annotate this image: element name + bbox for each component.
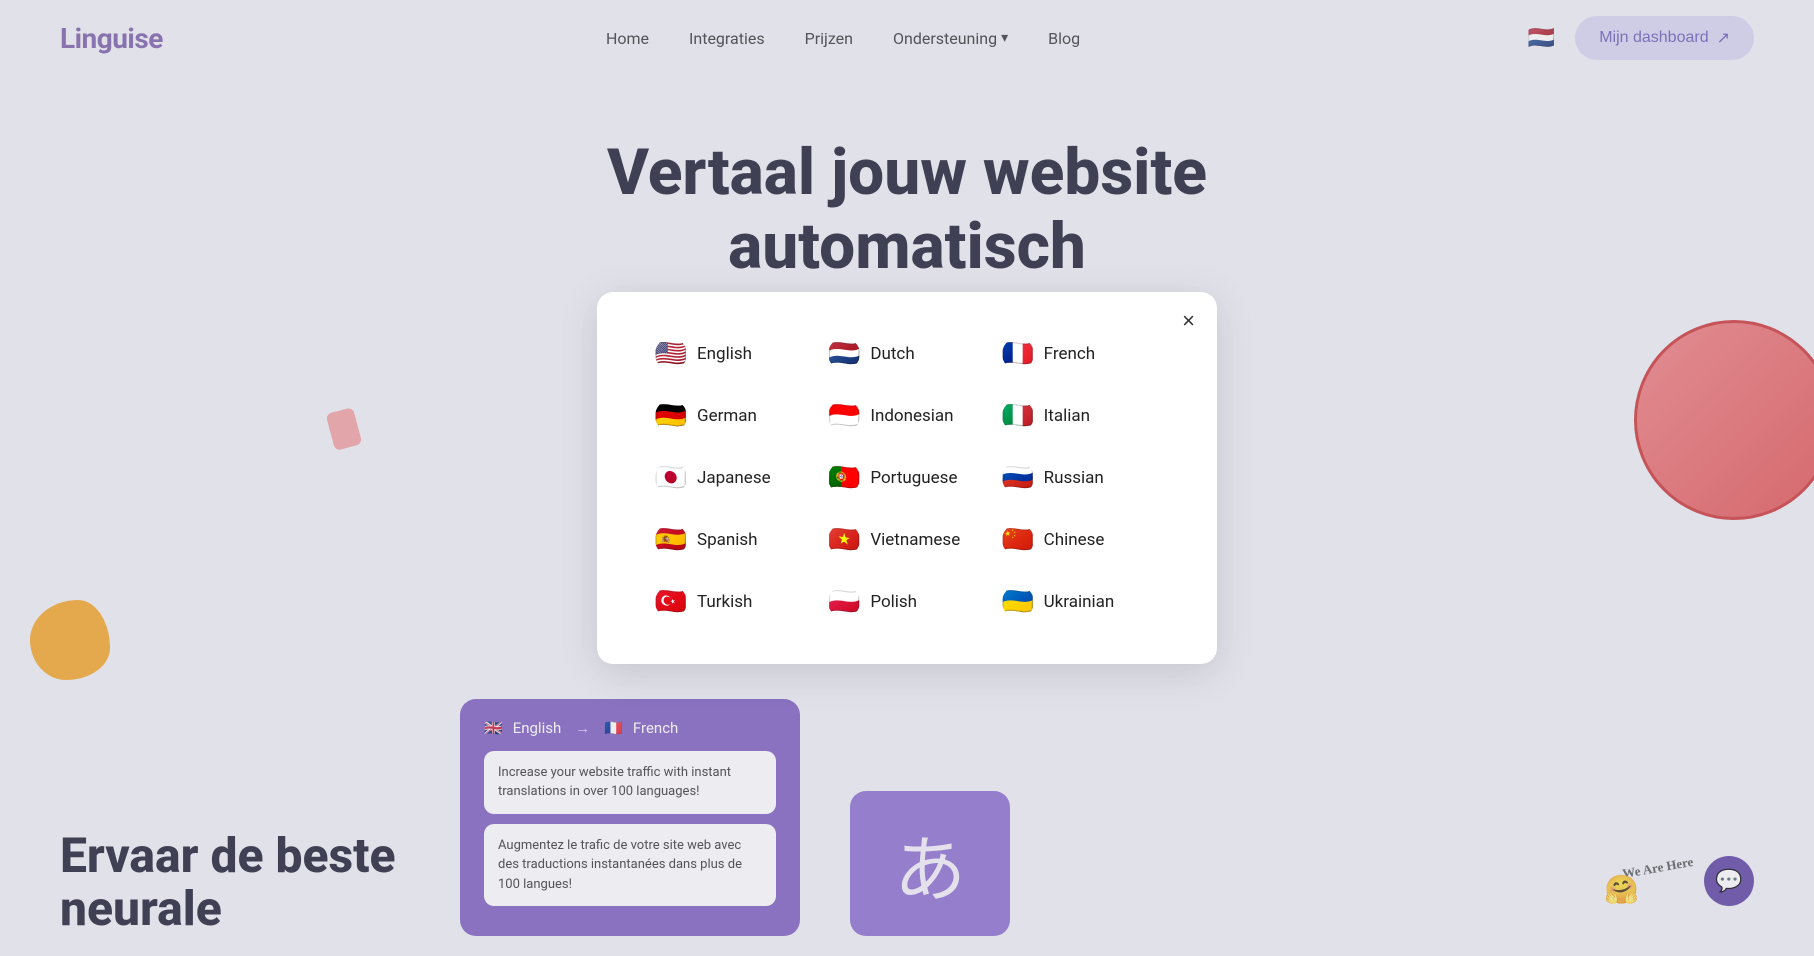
- lang-item-french[interactable]: 🇫🇷 French: [994, 332, 1167, 376]
- french-label: French: [1044, 344, 1095, 364]
- lang-item-chinese[interactable]: 🇨🇳 Chinese: [994, 518, 1167, 562]
- spanish-flag: 🇪🇸: [655, 524, 687, 556]
- russian-flag: 🇷🇺: [1002, 462, 1034, 494]
- german-flag: 🇩🇪: [655, 400, 687, 432]
- turkish-flag: 🇹🇷: [655, 586, 687, 618]
- italian-flag: 🇮🇹: [1002, 400, 1034, 432]
- lang-item-ukrainian[interactable]: 🇺🇦 Ukrainian: [994, 580, 1167, 624]
- lang-item-italian[interactable]: 🇮🇹 Italian: [994, 394, 1167, 438]
- chinese-label: Chinese: [1044, 530, 1105, 550]
- indonesian-label: Indonesian: [870, 406, 953, 426]
- polish-label: Polish: [870, 592, 917, 612]
- dutch-flag: 🇳🇱: [828, 338, 860, 370]
- italian-label: Italian: [1044, 406, 1090, 426]
- french-flag: 🇫🇷: [1002, 338, 1034, 370]
- language-modal: × 🇺🇸 English 🇳🇱 Dutch 🇫🇷 French 🇩🇪 German 🇮🇩 Indo…: [597, 292, 1217, 664]
- ukrainian-label: Ukrainian: [1044, 592, 1115, 612]
- modal-close-button[interactable]: ×: [1182, 310, 1195, 332]
- lang-item-turkish[interactable]: 🇹🇷 Turkish: [647, 580, 820, 624]
- english-label: English: [697, 344, 752, 364]
- modal-overlay: × 🇺🇸 English 🇳🇱 Dutch 🇫🇷 French 🇩🇪 German 🇮🇩 Indo…: [0, 0, 1814, 956]
- lang-item-dutch[interactable]: 🇳🇱 Dutch: [820, 332, 993, 376]
- lang-item-spanish[interactable]: 🇪🇸 Spanish: [647, 518, 820, 562]
- lang-item-japanese[interactable]: 🇯🇵 Japanese: [647, 456, 820, 500]
- dutch-label: Dutch: [870, 344, 914, 364]
- spanish-label: Spanish: [697, 530, 758, 550]
- japanese-label: Japanese: [697, 468, 771, 488]
- japanese-flag: 🇯🇵: [655, 462, 687, 494]
- lang-item-portuguese[interactable]: 🇵🇹 Portuguese: [820, 456, 993, 500]
- lang-item-russian[interactable]: 🇷🇺 Russian: [994, 456, 1167, 500]
- lang-item-indonesian[interactable]: 🇮🇩 Indonesian: [820, 394, 993, 438]
- german-label: German: [697, 406, 757, 426]
- polish-flag: 🇵🇱: [828, 586, 860, 618]
- vietnamese-label: Vietnamese: [870, 530, 960, 550]
- vietnamese-flag: 🇻🇳: [828, 524, 860, 556]
- russian-label: Russian: [1044, 468, 1104, 488]
- lang-item-english[interactable]: 🇺🇸 English: [647, 332, 820, 376]
- chinese-flag: 🇨🇳: [1002, 524, 1034, 556]
- portuguese-flag: 🇵🇹: [828, 462, 860, 494]
- language-grid: 🇺🇸 English 🇳🇱 Dutch 🇫🇷 French 🇩🇪 German 🇮🇩 Indone…: [647, 332, 1167, 624]
- lang-item-german[interactable]: 🇩🇪 German: [647, 394, 820, 438]
- lang-item-vietnamese[interactable]: 🇻🇳 Vietnamese: [820, 518, 993, 562]
- ukrainian-flag: 🇺🇦: [1002, 586, 1034, 618]
- english-flag: 🇺🇸: [655, 338, 687, 370]
- lang-item-polish[interactable]: 🇵🇱 Polish: [820, 580, 993, 624]
- indonesian-flag: 🇮🇩: [828, 400, 860, 432]
- turkish-label: Turkish: [697, 592, 752, 612]
- portuguese-label: Portuguese: [870, 468, 957, 488]
